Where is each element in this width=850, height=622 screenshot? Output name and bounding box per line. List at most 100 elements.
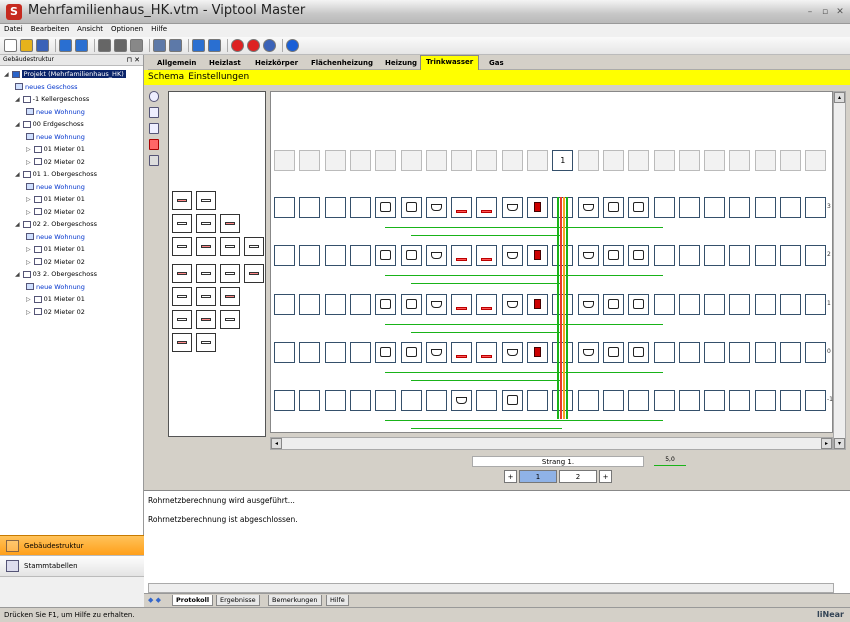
schema-cell[interactable] [754,197,776,218]
palette-symbol[interactable] [244,264,264,283]
tree-node[interactable]: ◢ 01 1. Obergeschoss [15,170,97,179]
info-icon[interactable] [286,39,299,52]
tab-gas[interactable]: Gas [484,57,509,70]
tree-node[interactable]: ◢ 03 2. Obergeschoss [15,270,97,279]
schema-cell[interactable] [754,342,776,363]
schema-cell[interactable] [704,294,726,315]
copy-icon[interactable] [114,39,127,52]
tree-node[interactable]: neues Geschoss [15,83,78,92]
schema-cell[interactable] [400,150,422,171]
tab-ergebnisse[interactable]: Ergebnisse [216,595,260,606]
schema-cell[interactable] [704,342,726,363]
schema-cell[interactable] [400,390,422,411]
page-1-button[interactable]: 1 [519,470,557,483]
schema-cell[interactable] [805,245,827,266]
schema-cell[interactable] [780,197,801,218]
schema-cell[interactable] [653,342,675,363]
page-next-button[interactable]: + [599,470,612,483]
schema-cell[interactable] [324,390,346,411]
schema-cell[interactable] [754,245,776,266]
schema-cell[interactable] [476,197,498,218]
schema-cell[interactable] [729,245,751,266]
schema-cell[interactable] [577,245,599,266]
schema-cell[interactable] [527,150,548,171]
schema-cell[interactable] [274,245,295,266]
tree-node[interactable]: ◢ 00 Erdgeschoss [15,120,84,129]
schema-cell[interactable] [780,390,801,411]
schema-cell[interactable] [375,342,397,363]
schema-cell[interactable] [602,294,624,315]
schema-cell[interactable] [400,245,422,266]
schema-cell[interactable] [527,294,548,315]
expand-icon[interactable]: ◢ [15,96,20,103]
schema-cell[interactable] [400,197,422,218]
undo-icon[interactable] [59,39,72,52]
schema-cell[interactable] [653,245,675,266]
tree-node[interactable]: ▷ 01 Mieter 01 [26,195,85,204]
schema-cell[interactable] [274,197,295,218]
tree-node[interactable]: ◢ -1 Kellergeschoss [15,95,89,104]
expand-icon[interactable]: ◢ [15,221,20,228]
schema-cell[interactable] [653,197,675,218]
palette-symbol[interactable] [196,333,216,352]
schema-cell[interactable] [628,150,650,171]
schema-cell[interactable] [678,197,700,218]
schema-cell[interactable] [299,245,321,266]
schema-cell[interactable] [602,150,624,171]
horizontal-scrollbar[interactable]: ◂ ▸ [270,437,833,450]
schema-cell[interactable] [501,342,523,363]
schema-cell[interactable] [324,294,346,315]
schema-cell[interactable] [375,150,397,171]
schema-cell[interactable] [628,197,650,218]
document-tool-icon[interactable] [149,155,159,166]
schema-cell[interactable] [274,294,295,315]
tab-heizlast[interactable]: Heizlast [204,57,246,70]
schema-cell[interactable] [476,245,498,266]
vertical-scrollbar[interactable]: ▴ ▾ [833,91,846,450]
scroll-down-icon[interactable]: ▾ [834,438,845,449]
schema-cell[interactable] [299,197,321,218]
menu-datei[interactable]: Datei [0,24,27,34]
palette-symbol[interactable] [196,191,216,210]
schema-cell[interactable] [577,342,599,363]
palette-symbol[interactable] [196,287,216,306]
schema-cell[interactable] [704,390,726,411]
export-icon[interactable] [208,39,221,52]
tree-node[interactable]: ▷ 01 Mieter 01 [26,145,85,154]
schema-cell[interactable] [577,294,599,315]
schema-cell[interactable] [324,197,346,218]
schema-cell[interactable] [299,150,321,171]
tab-heizkrper[interactable]: Heizkörper [250,57,303,70]
tab-allgemein[interactable]: Allgemein [152,57,201,70]
palette-symbol[interactable] [172,237,192,256]
palette-symbol[interactable] [196,214,216,233]
schema-cell[interactable] [653,390,675,411]
schema-cell[interactable] [476,390,498,411]
schema-cell[interactable] [628,342,650,363]
tree-node[interactable]: ▷ 02 Mieter 02 [26,158,85,167]
schema-cell[interactable] [577,150,599,171]
palette-symbol[interactable] [220,310,240,329]
schema-cell[interactable] [628,294,650,315]
redo-icon[interactable] [75,39,88,52]
palette-symbol[interactable] [196,310,216,329]
expand-icon[interactable]: ▷ [26,259,31,266]
schema-cell[interactable] [628,245,650,266]
schema-cell[interactable] [400,342,422,363]
schema-cell[interactable] [729,294,751,315]
schema-cell[interactable] [577,197,599,218]
schema-cell[interactable] [729,150,751,171]
schema-cell[interactable] [375,390,397,411]
panel-pin-close-icon[interactable]: ⊓ ✕ [126,56,140,64]
schema-cell[interactable] [451,150,473,171]
schema-cell[interactable] [501,150,523,171]
new-icon[interactable] [4,39,17,52]
schema-cell[interactable] [678,390,700,411]
insert-tool-icon[interactable] [149,123,159,134]
schema-cell[interactable] [527,197,548,218]
scroll-left-icon[interactable]: ◂ [271,438,282,449]
scroll-right-icon[interactable]: ▸ [821,438,832,449]
scroll-up-icon[interactable]: ▴ [834,92,845,103]
schema-cell[interactable] [324,245,346,266]
schema-cell[interactable] [729,197,751,218]
